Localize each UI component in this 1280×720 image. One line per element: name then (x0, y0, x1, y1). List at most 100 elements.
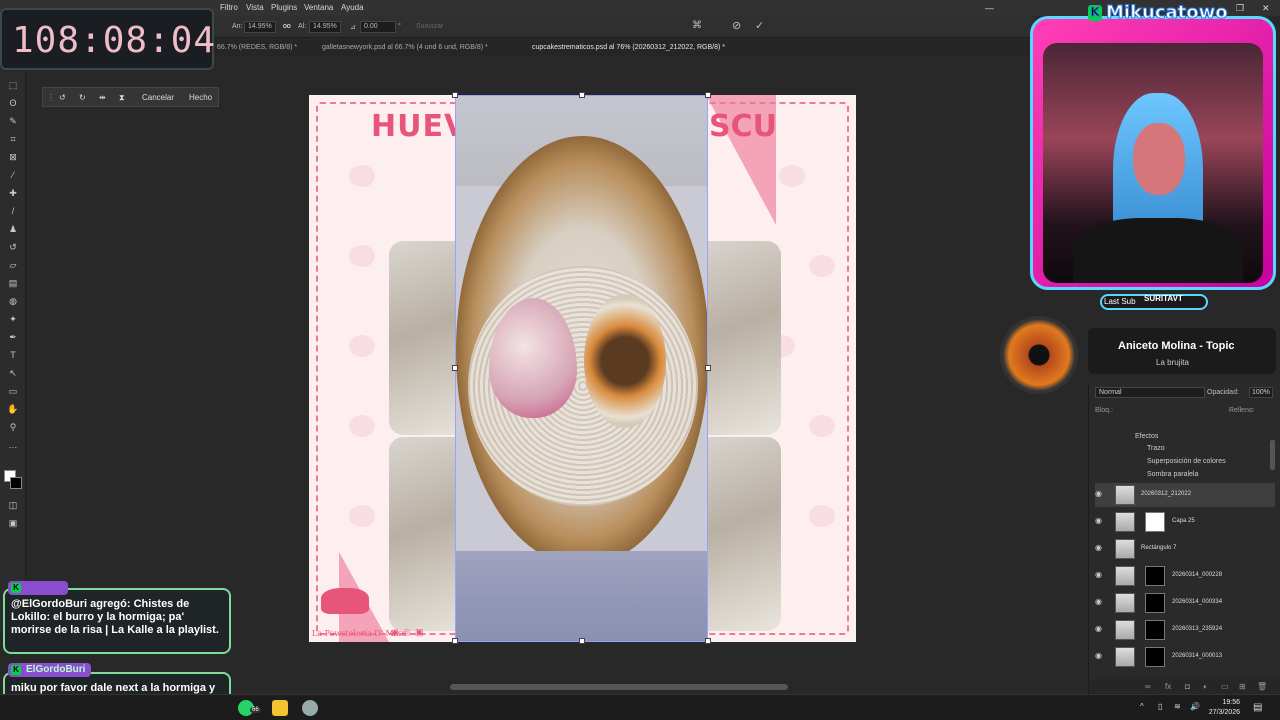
shape-tool-icon[interactable]: ▭ (7, 386, 19, 396)
effect-stroke[interactable]: Trazo (1147, 445, 1165, 452)
type-tool-icon[interactable]: T (7, 350, 19, 360)
menu-filter[interactable]: Filtro (220, 3, 238, 12)
add-mask-icon[interactable]: ◘ (1185, 682, 1190, 691)
minimize-icon[interactable]: — (985, 3, 994, 13)
menu-plugins[interactable]: Plugins (271, 3, 297, 12)
crop-tool-icon[interactable]: ⌗ (7, 134, 19, 144)
stamp-tool-icon[interactable]: ♟ (7, 224, 19, 234)
layer-row[interactable]: ◉ 20260314_000013 (1095, 645, 1275, 669)
layer-row[interactable]: ◉ Capa 25 (1095, 510, 1275, 534)
layer-row[interactable]: ◉ 20260313_235924 (1095, 618, 1275, 642)
lasso-tool-icon[interactable]: ʘ (7, 98, 19, 108)
tab-cupcakes[interactable]: cupcakestrematicos.psd al 76% (20260312_… (532, 44, 725, 51)
zoom-tool-icon[interactable]: ⚲ (7, 422, 19, 432)
layers-scrollbar[interactable] (1270, 440, 1275, 470)
file-explorer-icon[interactable] (272, 700, 288, 716)
menu-view[interactable]: Vista (246, 3, 264, 12)
eraser-tool-icon[interactable]: ▱ (7, 260, 19, 270)
angle-field[interactable]: 0.00 (360, 21, 396, 33)
visibility-eye-icon[interactable]: ◉ (1095, 598, 1105, 606)
close-window-icon[interactable]: ✕ (1262, 3, 1270, 14)
wifi-icon[interactable]: ≋ (1174, 702, 1181, 711)
menu-help[interactable]: Ayuda (341, 3, 364, 12)
network-icon[interactable]: ▯ (1158, 702, 1162, 711)
transform-handle-tm[interactable] (579, 92, 585, 98)
visibility-eye-icon[interactable]: ◉ (1095, 544, 1105, 552)
history-brush-icon[interactable]: ↺ (7, 242, 19, 252)
layer-mask[interactable] (1145, 512, 1165, 532)
layer-mask[interactable] (1145, 593, 1165, 613)
healing-brush-icon[interactable]: ✚ (7, 188, 19, 198)
undo-icon[interactable]: ↺ (59, 93, 66, 102)
flip-horizontal-icon[interactable]: ⇹ (99, 93, 106, 102)
fx-icon[interactable]: fx (1165, 682, 1171, 691)
adjustment-icon[interactable]: ◐ (1203, 682, 1208, 691)
redo-icon[interactable]: ↻ (79, 93, 86, 102)
frame-tool-icon[interactable]: ⊠ (7, 152, 19, 162)
link-layers-icon[interactable]: ∞ (1145, 682, 1151, 691)
layer-row[interactable]: ◉ 20260314_000334 (1095, 591, 1275, 615)
effect-drop-shadow[interactable]: Sombra paralela (1147, 471, 1198, 478)
visibility-eye-icon[interactable]: ◉ (1095, 625, 1105, 633)
transform-handle-bm[interactable] (579, 638, 585, 644)
volume-icon[interactable]: 🔊 (1190, 702, 1200, 711)
delete-layer-icon[interactable]: 🗑 (1257, 682, 1267, 691)
background-color-swatch[interactable] (10, 477, 22, 489)
layer-mask[interactable] (1145, 620, 1165, 640)
layer-row[interactable]: ◉ 20260312_212022 (1095, 483, 1275, 507)
menu-window[interactable]: Ventana (304, 3, 333, 12)
width-field[interactable]: 14.95% (244, 21, 276, 33)
more-tools-icon[interactable]: … (7, 440, 19, 450)
screen-mode-icon[interactable]: ▣ (7, 518, 19, 528)
notification-icon[interactable]: ▤ (1253, 702, 1262, 713)
tray-chevron-icon[interactable]: ^ (1140, 702, 1144, 711)
transform-handle-tl[interactable] (452, 92, 458, 98)
transform-handle-bl[interactable] (452, 638, 458, 644)
canvas-horizontal-scrollbar[interactable] (450, 684, 788, 690)
tab-redes[interactable]: 66.7% (REDES, RGB/8) * (217, 44, 297, 51)
layer-mask[interactable] (1145, 566, 1165, 586)
visibility-eye-icon[interactable]: ◉ (1095, 490, 1105, 498)
pen-tool-icon[interactable]: ✒ (7, 332, 19, 342)
visibility-eye-icon[interactable]: ◉ (1095, 652, 1105, 660)
cancel-transform-icon[interactable]: ⊘ (732, 19, 741, 32)
dodge-tool-icon[interactable]: ✦ (7, 314, 19, 324)
app-icon[interactable] (302, 700, 318, 716)
move-tool-icon[interactable]: ⬚ (7, 80, 19, 90)
height-field[interactable]: 14.95% (309, 21, 341, 33)
transform-handle-ml[interactable] (452, 365, 458, 371)
visibility-eye-icon[interactable]: ◉ (1095, 571, 1105, 579)
tab-galletas[interactable]: galletasnewyork.psd al 66.7% (4 und 6 un… (322, 44, 488, 51)
blend-mode-select[interactable]: Normal (1095, 387, 1205, 398)
system-clock[interactable]: 19:56 27/3/2026 (1209, 698, 1240, 718)
done-button[interactable]: Hecho (189, 93, 212, 102)
flip-vertical-icon[interactable]: ⧗ (119, 93, 125, 103)
quick-mask-icon[interactable]: ◫ (7, 500, 19, 510)
layer-row[interactable]: ◉ Rectángulo 7 (1095, 537, 1275, 561)
warp-icon[interactable]: ⌘ (692, 20, 702, 31)
visibility-eye-icon[interactable]: ◉ (1095, 517, 1105, 525)
hand-tool-icon[interactable]: ✋ (7, 404, 19, 414)
transform-handle-mr[interactable] (705, 365, 711, 371)
link-icon[interactable]: oo (283, 23, 291, 30)
gradient-tool-icon[interactable]: ▤ (7, 278, 19, 288)
cancel-button[interactable]: Cancelar (142, 93, 174, 102)
placed-photo-layer[interactable] (455, 95, 708, 642)
layer-row[interactable]: ◉ 20260314_000228 (1095, 564, 1275, 588)
smooth-option[interactable]: Suavizar (416, 23, 443, 30)
transform-handle-br[interactable] (705, 638, 711, 644)
opacity-field[interactable]: 100% (1249, 387, 1273, 398)
commit-transform-icon[interactable]: ✓ (755, 19, 764, 32)
brush-tool-icon[interactable]: / (7, 206, 19, 216)
group-icon[interactable]: ▭ (1221, 682, 1229, 691)
quick-select-icon[interactable]: ✎ (7, 116, 19, 126)
effect-color-overlay[interactable]: Superposición de colores (1147, 458, 1226, 465)
layer-mask[interactable] (1145, 647, 1165, 667)
blur-tool-icon[interactable]: ◍ (7, 296, 19, 306)
restore-icon[interactable]: ❐ (1236, 3, 1244, 14)
eyedropper-icon[interactable]: ⁄ (7, 170, 19, 180)
effects-label[interactable]: Efectos (1135, 433, 1158, 440)
transform-handle-tr[interactable] (705, 92, 711, 98)
drag-handle-icon[interactable]: ⋮ (47, 93, 55, 102)
path-select-icon[interactable]: ↖ (7, 368, 19, 378)
